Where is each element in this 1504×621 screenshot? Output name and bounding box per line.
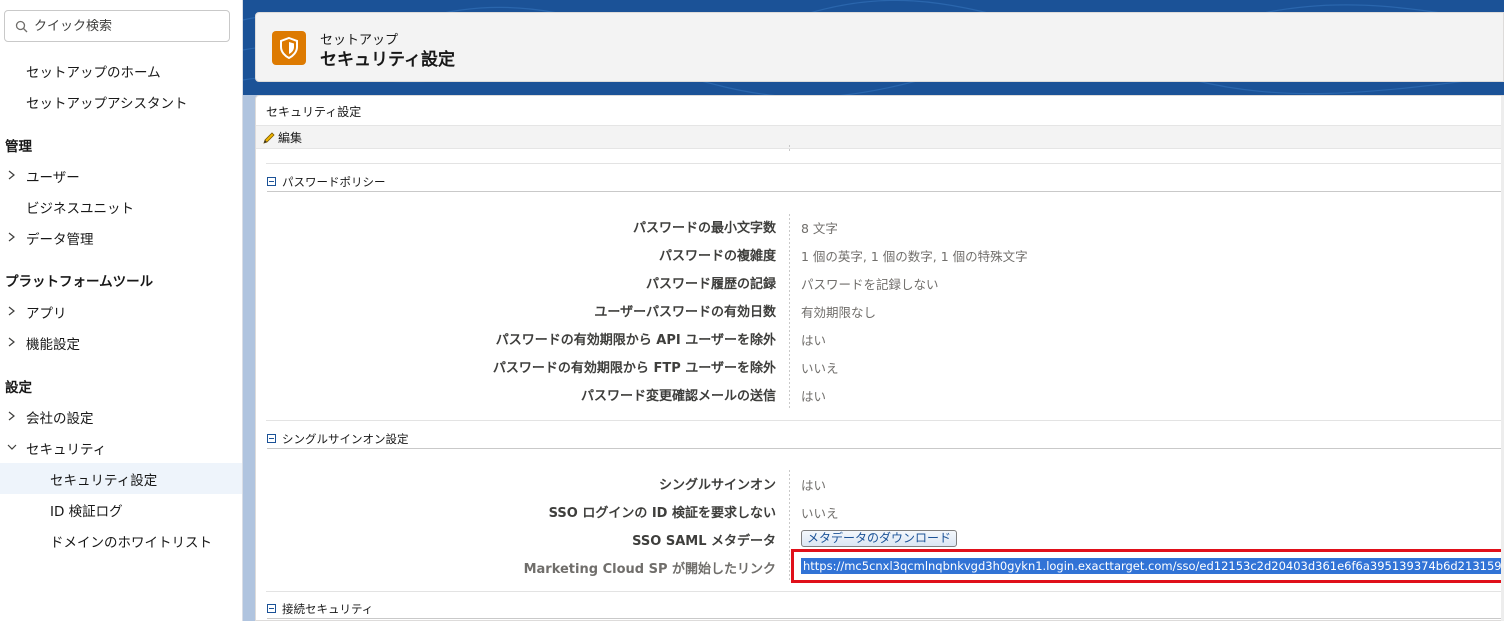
quick-search-box[interactable] xyxy=(4,10,230,42)
field-value: いいえ xyxy=(801,361,839,376)
edit-button[interactable]: 編集 xyxy=(262,129,302,146)
shield-icon xyxy=(272,31,306,65)
security-settings-panel: セキュリティ設定 編集 パスワードポリシー パスワードの最小文字数 8 文字 パ… xyxy=(255,95,1504,621)
nav-heading-admin: 管理 xyxy=(5,139,32,155)
section-separator xyxy=(266,163,1503,164)
field-label: Marketing Cloud SP が開始したリンク xyxy=(523,562,776,577)
section-title: シングルサインオン設定 xyxy=(282,431,409,446)
collapse-toggle-icon[interactable] xyxy=(267,177,276,186)
field-label: パスワードの複雑度 xyxy=(658,249,776,264)
chevron-right-icon[interactable] xyxy=(5,230,19,244)
section-title: 接続セキュリティ xyxy=(282,601,374,616)
pencil-icon xyxy=(263,131,275,144)
nav-heading-platform-tools: プラットフォームツール xyxy=(5,274,154,290)
nav-label: セットアップアシスタント xyxy=(26,95,188,112)
field-label: SSO SAML メタデータ xyxy=(632,534,776,549)
nav-setup-home[interactable]: セットアップのホーム xyxy=(0,55,242,86)
nav-label: 機能設定 xyxy=(26,336,80,353)
nav-label: 会社の設定 xyxy=(26,410,94,427)
nav-label: ドメインのホワイトリスト xyxy=(50,534,212,551)
page-header: セットアップ セキュリティ設定 xyxy=(255,12,1504,82)
nav-business-units[interactable]: ビジネスユニット xyxy=(0,191,242,222)
download-metadata-button[interactable]: メタデータのダウンロード xyxy=(801,530,958,547)
field-value: はい xyxy=(801,389,827,404)
nav-label: セキュリティ設定 xyxy=(50,472,158,489)
setup-sidebar: セットアップのホーム セットアップアシスタント 管理 ユーザー ビジネスユニット… xyxy=(0,0,243,621)
panel-title: セキュリティ設定 xyxy=(266,105,362,119)
nav-security-settings[interactable]: セキュリティ設定 xyxy=(0,463,242,494)
collapse-toggle-icon[interactable] xyxy=(267,434,276,443)
nav-security[interactable]: セキュリティ xyxy=(0,432,242,463)
nav-label: ユーザー xyxy=(26,169,80,186)
field-value: 1 個の英字, 1 個の数字, 1 個の特殊文字 xyxy=(801,249,1028,264)
chevron-right-icon[interactable] xyxy=(5,168,19,182)
section-separator xyxy=(266,591,1503,592)
nav-data-management[interactable]: データ管理 xyxy=(0,222,242,253)
nav-apps[interactable]: アプリ xyxy=(0,296,242,327)
nav-label: データ管理 xyxy=(26,231,94,248)
field-label: パスワード履歴の記録 xyxy=(645,277,776,292)
chevron-down-icon[interactable] xyxy=(5,440,19,454)
collapse-toggle-icon[interactable] xyxy=(267,604,276,613)
edit-label: 編集 xyxy=(278,131,303,145)
nav-company-settings[interactable]: 会社の設定 xyxy=(0,401,242,432)
field-value: 有効期限なし xyxy=(801,305,877,320)
nav-label: ビジネスユニット xyxy=(26,200,134,217)
section-password-policy[interactable]: パスワードポリシー xyxy=(267,172,1503,192)
quick-search-input[interactable] xyxy=(34,18,214,34)
field-label: シングルサインオン xyxy=(658,478,776,493)
chevron-right-icon[interactable] xyxy=(5,304,19,318)
nav-feature-settings[interactable]: 機能設定 xyxy=(0,327,242,358)
section-title: パスワードポリシー xyxy=(282,174,386,189)
chevron-right-icon[interactable] xyxy=(5,335,19,349)
sp-initiated-link[interactable]: https://mc5cnxl3qcmlnqbnkvgd3h0gykn1.log… xyxy=(801,558,1503,574)
field-label: パスワードの有効期限から FTP ユーザーを除外 xyxy=(492,361,776,376)
field-value: パスワードを記録しない xyxy=(801,277,939,292)
column-divider xyxy=(789,470,790,580)
nav-setup-assistant[interactable]: セットアップアシスタント xyxy=(0,86,242,117)
section-separator xyxy=(266,420,1503,421)
nav-label: セットアップのホーム xyxy=(26,64,161,81)
field-label: パスワードの最小文字数 xyxy=(632,221,776,236)
field-value: はい xyxy=(801,478,827,493)
nav-domain-whitelist[interactable]: ドメインのホワイトリスト xyxy=(0,525,242,556)
field-value: 8 文字 xyxy=(801,221,838,236)
page-title: セキュリティ設定 xyxy=(320,50,455,70)
field-label: パスワード変更確認メールの送信 xyxy=(580,389,776,404)
column-divider xyxy=(789,214,790,409)
nav-label: ID 検証ログ xyxy=(50,503,123,520)
field-label: ユーザーパスワードの有効日数 xyxy=(594,305,776,320)
field-label: パスワードの有効期限から API ユーザーを除外 xyxy=(495,333,776,348)
column-divider xyxy=(789,145,790,153)
field-value: いいえ xyxy=(801,506,839,521)
panel-toolbar: 編集 xyxy=(256,125,1503,149)
field-value: はい xyxy=(801,333,827,348)
search-icon xyxy=(15,20,28,32)
field-label: SSO ログインの ID 検証を要求しない xyxy=(548,506,776,521)
section-single-sign-on[interactable]: シングルサインオン設定 xyxy=(267,429,1503,449)
nav-id-verification-log[interactable]: ID 検証ログ xyxy=(0,494,242,525)
nav-label: アプリ xyxy=(26,305,67,322)
nav-heading-settings: 設定 xyxy=(5,380,32,396)
section-connection-security[interactable]: 接続セキュリティ xyxy=(267,599,1503,619)
nav-label: セキュリティ xyxy=(26,441,107,458)
nav-users[interactable]: ユーザー xyxy=(0,160,242,191)
chevron-right-icon[interactable] xyxy=(5,409,19,423)
